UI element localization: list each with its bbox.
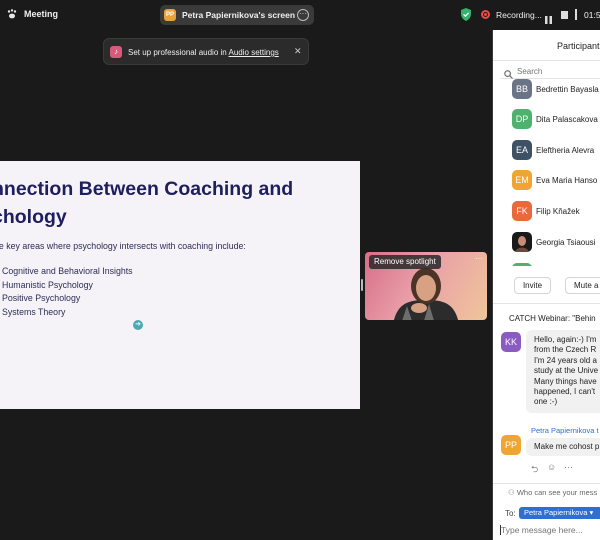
recipient-label: t xyxy=(594,426,599,435)
participant-avatar xyxy=(512,263,532,266)
participant-name: Bedrettin Bayasla xyxy=(536,85,599,94)
slide-bullet-list: Cognitive and Behavioral Insights Humani… xyxy=(2,266,133,320)
participant-row[interactable]: BB Bedrettin Bayasla xyxy=(493,74,600,104)
participant-row[interactable] xyxy=(493,258,600,266)
notice-message: Set up professional audio in Audio setti… xyxy=(128,48,279,57)
sender-name[interactable]: Petra Papiernikova xyxy=(531,426,594,435)
participant-row[interactable]: EA Eleftheria Alevra xyxy=(493,135,600,165)
slide-intro: he key areas where psychology intersects… xyxy=(0,241,246,251)
more-options-icon[interactable]: ··· xyxy=(564,462,573,472)
recipient-value: Petra Papiernikova xyxy=(524,508,588,517)
participant-name: Dita Palascakova xyxy=(536,115,598,124)
divider xyxy=(493,483,600,484)
chat-message: Make me cohost p xyxy=(526,438,600,457)
participant-name: Eleftheria Alevra xyxy=(536,146,595,155)
arrow-right-icon: ➔ xyxy=(133,320,143,330)
mute-all-button[interactable]: Mute a xyxy=(565,277,600,294)
speaker-silhouette xyxy=(394,268,458,320)
participant-row[interactable]: EM Eva Maria Hanso xyxy=(493,165,600,195)
slide-title: nnection Between Coaching and chology xyxy=(0,178,294,228)
participant-row[interactable]: Georgia Tsiaousi xyxy=(493,227,600,257)
chat-message-input[interactable] xyxy=(501,523,600,537)
presenter-avatar: PP xyxy=(164,9,176,21)
notice-text: Set up professional audio in xyxy=(128,48,229,57)
chat-message: Hello, again:-) I'm from the Czech R I'm… xyxy=(526,330,600,413)
participant-name: Georgia Tsiaousi xyxy=(536,238,596,247)
divider xyxy=(493,60,600,61)
recipient-select[interactable]: Petra Papiernikova ▾ xyxy=(519,507,600,519)
window-title: Meeting xyxy=(24,9,59,19)
paw-logo-icon xyxy=(6,8,18,20)
reply-icon[interactable]: ⮌ xyxy=(531,462,538,478)
slide-bullet: Cognitive and Behavioral Insights xyxy=(2,266,133,280)
music-note-icon: ♪ xyxy=(110,46,122,58)
message-line: happened, I can't xyxy=(534,387,596,397)
toolbar-divider xyxy=(575,9,577,20)
slide-bullet: Positive Psychology xyxy=(2,293,133,307)
slide-bullet: Humanistic Psychology xyxy=(2,280,133,294)
participant-avatar: EM xyxy=(512,170,532,190)
speaker-video[interactable]: Remove spotlight ··· xyxy=(365,252,487,320)
recording-status: Recording... xyxy=(496,10,542,20)
stop-recording-icon[interactable] xyxy=(561,11,568,19)
close-icon[interactable]: ✕ xyxy=(294,46,302,57)
message-line: Many things have xyxy=(534,376,597,386)
people-icon: ⚇ xyxy=(508,488,517,497)
audio-setup-notice: ♪ Set up professional audio in Audio set… xyxy=(103,38,309,65)
message-header: Petra Papiernikova t xyxy=(531,426,599,435)
recipient-prefix: To: xyxy=(505,509,516,518)
meeting-window: Meeting PP Petra Papiernikova's screen ·… xyxy=(0,0,600,540)
chat-sender-avatar: PP xyxy=(501,435,521,455)
participant-avatar: DP xyxy=(512,109,532,129)
screen-share-indicator[interactable]: PP Petra Papiernikova's screen ··· xyxy=(160,5,314,25)
audio-settings-link[interactable]: Audio settings xyxy=(229,48,279,57)
divider xyxy=(493,303,600,304)
participant-avatar: BB xyxy=(512,79,532,99)
participant-row[interactable]: DP Dita Palascakova xyxy=(493,104,600,134)
recording-icon xyxy=(481,10,490,19)
chevron-down-icon: ▾ xyxy=(589,508,594,517)
participant-photo-avatar xyxy=(512,232,532,252)
message-visibility-info[interactable]: ⚇ Who can see your mess xyxy=(508,488,597,497)
more-options-icon[interactable]: ··· xyxy=(297,9,309,21)
meeting-timer: 01:5 xyxy=(584,10,600,20)
chat-title: CATCH Webinar: "Behin xyxy=(509,314,596,323)
more-options-icon[interactable]: ··· xyxy=(475,254,483,263)
screen-share-label: Petra Papiernikova's screen xyxy=(182,10,296,20)
pause-recording-icon[interactable] xyxy=(545,11,552,24)
message-line: one :-) xyxy=(534,397,558,407)
participant-avatar: EA xyxy=(512,140,532,160)
security-shield-icon[interactable] xyxy=(460,8,472,21)
participant-name: Eva Maria Hanso xyxy=(536,176,598,185)
panel-title: Participants xyxy=(557,41,600,51)
message-line: Hello, again:-) I'm xyxy=(534,335,597,344)
split-view-handle[interactable] xyxy=(361,279,363,291)
visibility-label: Who can see your mess xyxy=(516,488,598,497)
meeting-top-bar: Meeting PP Petra Papiernikova's screen ·… xyxy=(0,0,492,30)
message-line: Make me cohost p xyxy=(534,442,600,451)
message-line: study at the Unive xyxy=(534,366,599,376)
participant-avatar: FK xyxy=(512,201,532,221)
chat-sender-avatar: KK xyxy=(501,332,521,352)
invite-button[interactable]: Invite xyxy=(514,277,551,294)
message-line: I'm 24 years old a xyxy=(534,355,597,365)
remove-spotlight-button[interactable]: Remove spotlight xyxy=(369,255,441,269)
message-line: from the Czech R xyxy=(534,345,597,355)
message-actions: ⮌ ☺ ··· xyxy=(531,462,581,474)
emoji-react-icon[interactable]: ☺ xyxy=(547,462,556,472)
participants-chat-panel: Participants BB Bedrettin Bayasla DP Dit… xyxy=(492,30,600,540)
participant-name: Filip Kňažek xyxy=(536,207,580,216)
participant-row[interactable]: FK Filip Kňažek xyxy=(493,196,600,226)
shared-slide: nnection Between Coaching and chology he… xyxy=(0,161,360,409)
slide-bullet: Systems Theory xyxy=(2,307,133,321)
